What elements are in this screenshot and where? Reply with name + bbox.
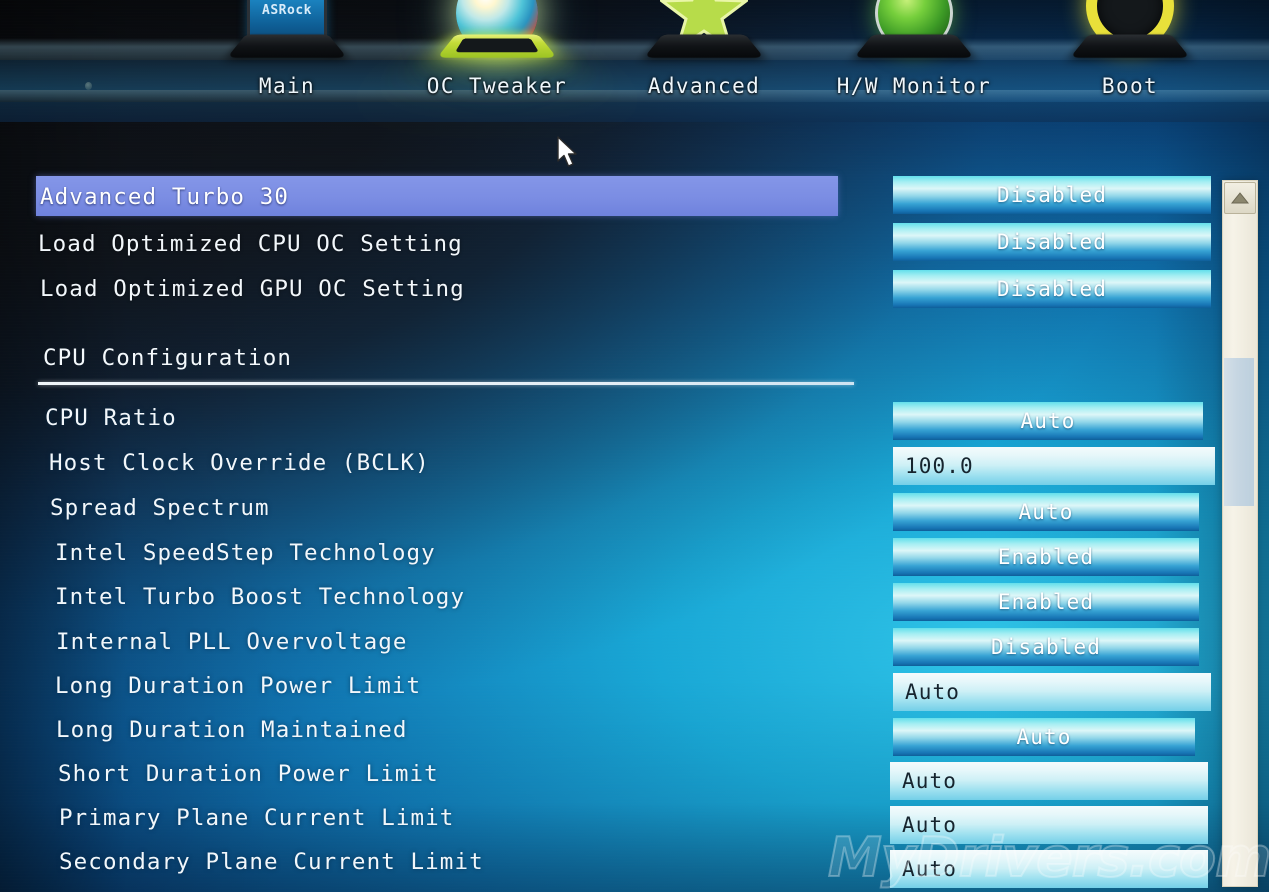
tab-advanced[interactable]: Advanced (614, 0, 794, 122)
tab-hw-monitor[interactable]: H/W Monitor (824, 0, 1004, 122)
value-intel-speedstep[interactable]: Enabled (893, 538, 1199, 576)
tab-oc-tweaker-label: OC Tweaker (426, 74, 568, 98)
value-secondary-plane-current-limit[interactable]: Auto (890, 850, 1208, 888)
setting-label-long-duration-power-limit[interactable]: Long Duration Power Limit (55, 673, 421, 699)
setting-label-load-optimized-gpu-oc[interactable]: Load Optimized GPU OC Setting (40, 276, 465, 302)
section-divider (38, 382, 854, 385)
value-long-duration-power-limit[interactable]: Auto (893, 673, 1211, 711)
setting-label-primary-plane-current-limit[interactable]: Primary Plane Current Limit (59, 805, 454, 831)
tab-main-pedestal (226, 34, 348, 58)
chevron-up-icon[interactable] (1224, 182, 1256, 214)
tab-oc-tweaker-art (407, 0, 587, 70)
tab-boot-pedestal (1069, 34, 1191, 58)
tab-advanced-label: Advanced (647, 74, 761, 98)
setting-label-long-duration-maintained[interactable]: Long Duration Maintained (56, 717, 408, 743)
value-advanced-turbo-30[interactable]: Disabled (893, 176, 1211, 214)
setting-label-short-duration-power-limit[interactable]: Short Duration Power Limit (58, 761, 439, 787)
tab-main-art: ASRock (197, 0, 377, 70)
background-dark-overlay (0, 0, 1269, 892)
value-primary-plane-current-limit[interactable]: Auto (890, 806, 1208, 844)
tab-advanced-art (614, 0, 794, 70)
scrollbar-track[interactable] (1222, 180, 1258, 887)
tab-main[interactable]: ASRock Main (197, 0, 377, 122)
bios-screen: ASRock Main OC Tweaker Advanced H/W Moni… (0, 0, 1269, 892)
top-navigation-bar: ASRock Main OC Tweaker Advanced H/W Moni… (0, 0, 1269, 122)
value-intel-turbo-boost[interactable]: Enabled (893, 583, 1199, 621)
value-load-optimized-cpu-oc[interactable]: Disabled (893, 223, 1211, 261)
value-internal-pll-overvoltage[interactable]: Disabled (893, 628, 1199, 666)
value-short-duration-power-limit[interactable]: Auto (890, 762, 1208, 800)
setting-label-cpu-ratio[interactable]: CPU Ratio (45, 405, 177, 431)
setting-label-internal-pll-overvoltage[interactable]: Internal PLL Overvoltage (56, 629, 408, 655)
tab-oc-tweaker-pedestal-active (436, 34, 558, 58)
section-title-cpu-configuration: CPU Configuration (43, 345, 292, 371)
setting-label-advanced-turbo-30[interactable]: Advanced Turbo 30 (40, 184, 289, 210)
tab-main-label: Main (258, 74, 316, 98)
tab-boot-label: Boot (1101, 74, 1159, 98)
tab-boot-art (1040, 0, 1220, 70)
mouse-cursor-arrow (556, 136, 582, 174)
value-cpu-ratio[interactable]: Auto (893, 402, 1203, 440)
tab-oc-tweaker[interactable]: OC Tweaker (407, 0, 587, 122)
value-load-optimized-gpu-oc[interactable]: Disabled (893, 270, 1211, 308)
setting-label-host-clock-override[interactable]: Host Clock Override (BCLK) (49, 450, 430, 476)
scrollbar-thumb[interactable] (1224, 358, 1254, 506)
setting-label-intel-speedstep[interactable]: Intel SpeedStep Technology (55, 540, 436, 566)
asrock-brand-text: ASRock (262, 3, 312, 18)
setting-label-spread-spectrum[interactable]: Spread Spectrum (50, 495, 270, 521)
value-spread-spectrum[interactable]: Auto (893, 493, 1199, 531)
tab-hw-monitor-label: H/W Monitor (836, 74, 992, 98)
tab-hw-monitor-art (824, 0, 1004, 70)
tab-hw-monitor-pedestal (853, 34, 975, 58)
value-host-clock-override[interactable]: 100.0 (893, 447, 1215, 485)
setting-label-intel-turbo-boost[interactable]: Intel Turbo Boost Technology (55, 584, 465, 610)
tab-boot[interactable]: Boot (1040, 0, 1220, 122)
tab-advanced-pedestal (643, 34, 765, 58)
value-long-duration-maintained[interactable]: Auto (893, 718, 1195, 756)
setting-label-load-optimized-cpu-oc[interactable]: Load Optimized CPU OC Setting (38, 231, 463, 257)
setting-label-secondary-plane-current-limit[interactable]: Secondary Plane Current Limit (59, 849, 484, 875)
